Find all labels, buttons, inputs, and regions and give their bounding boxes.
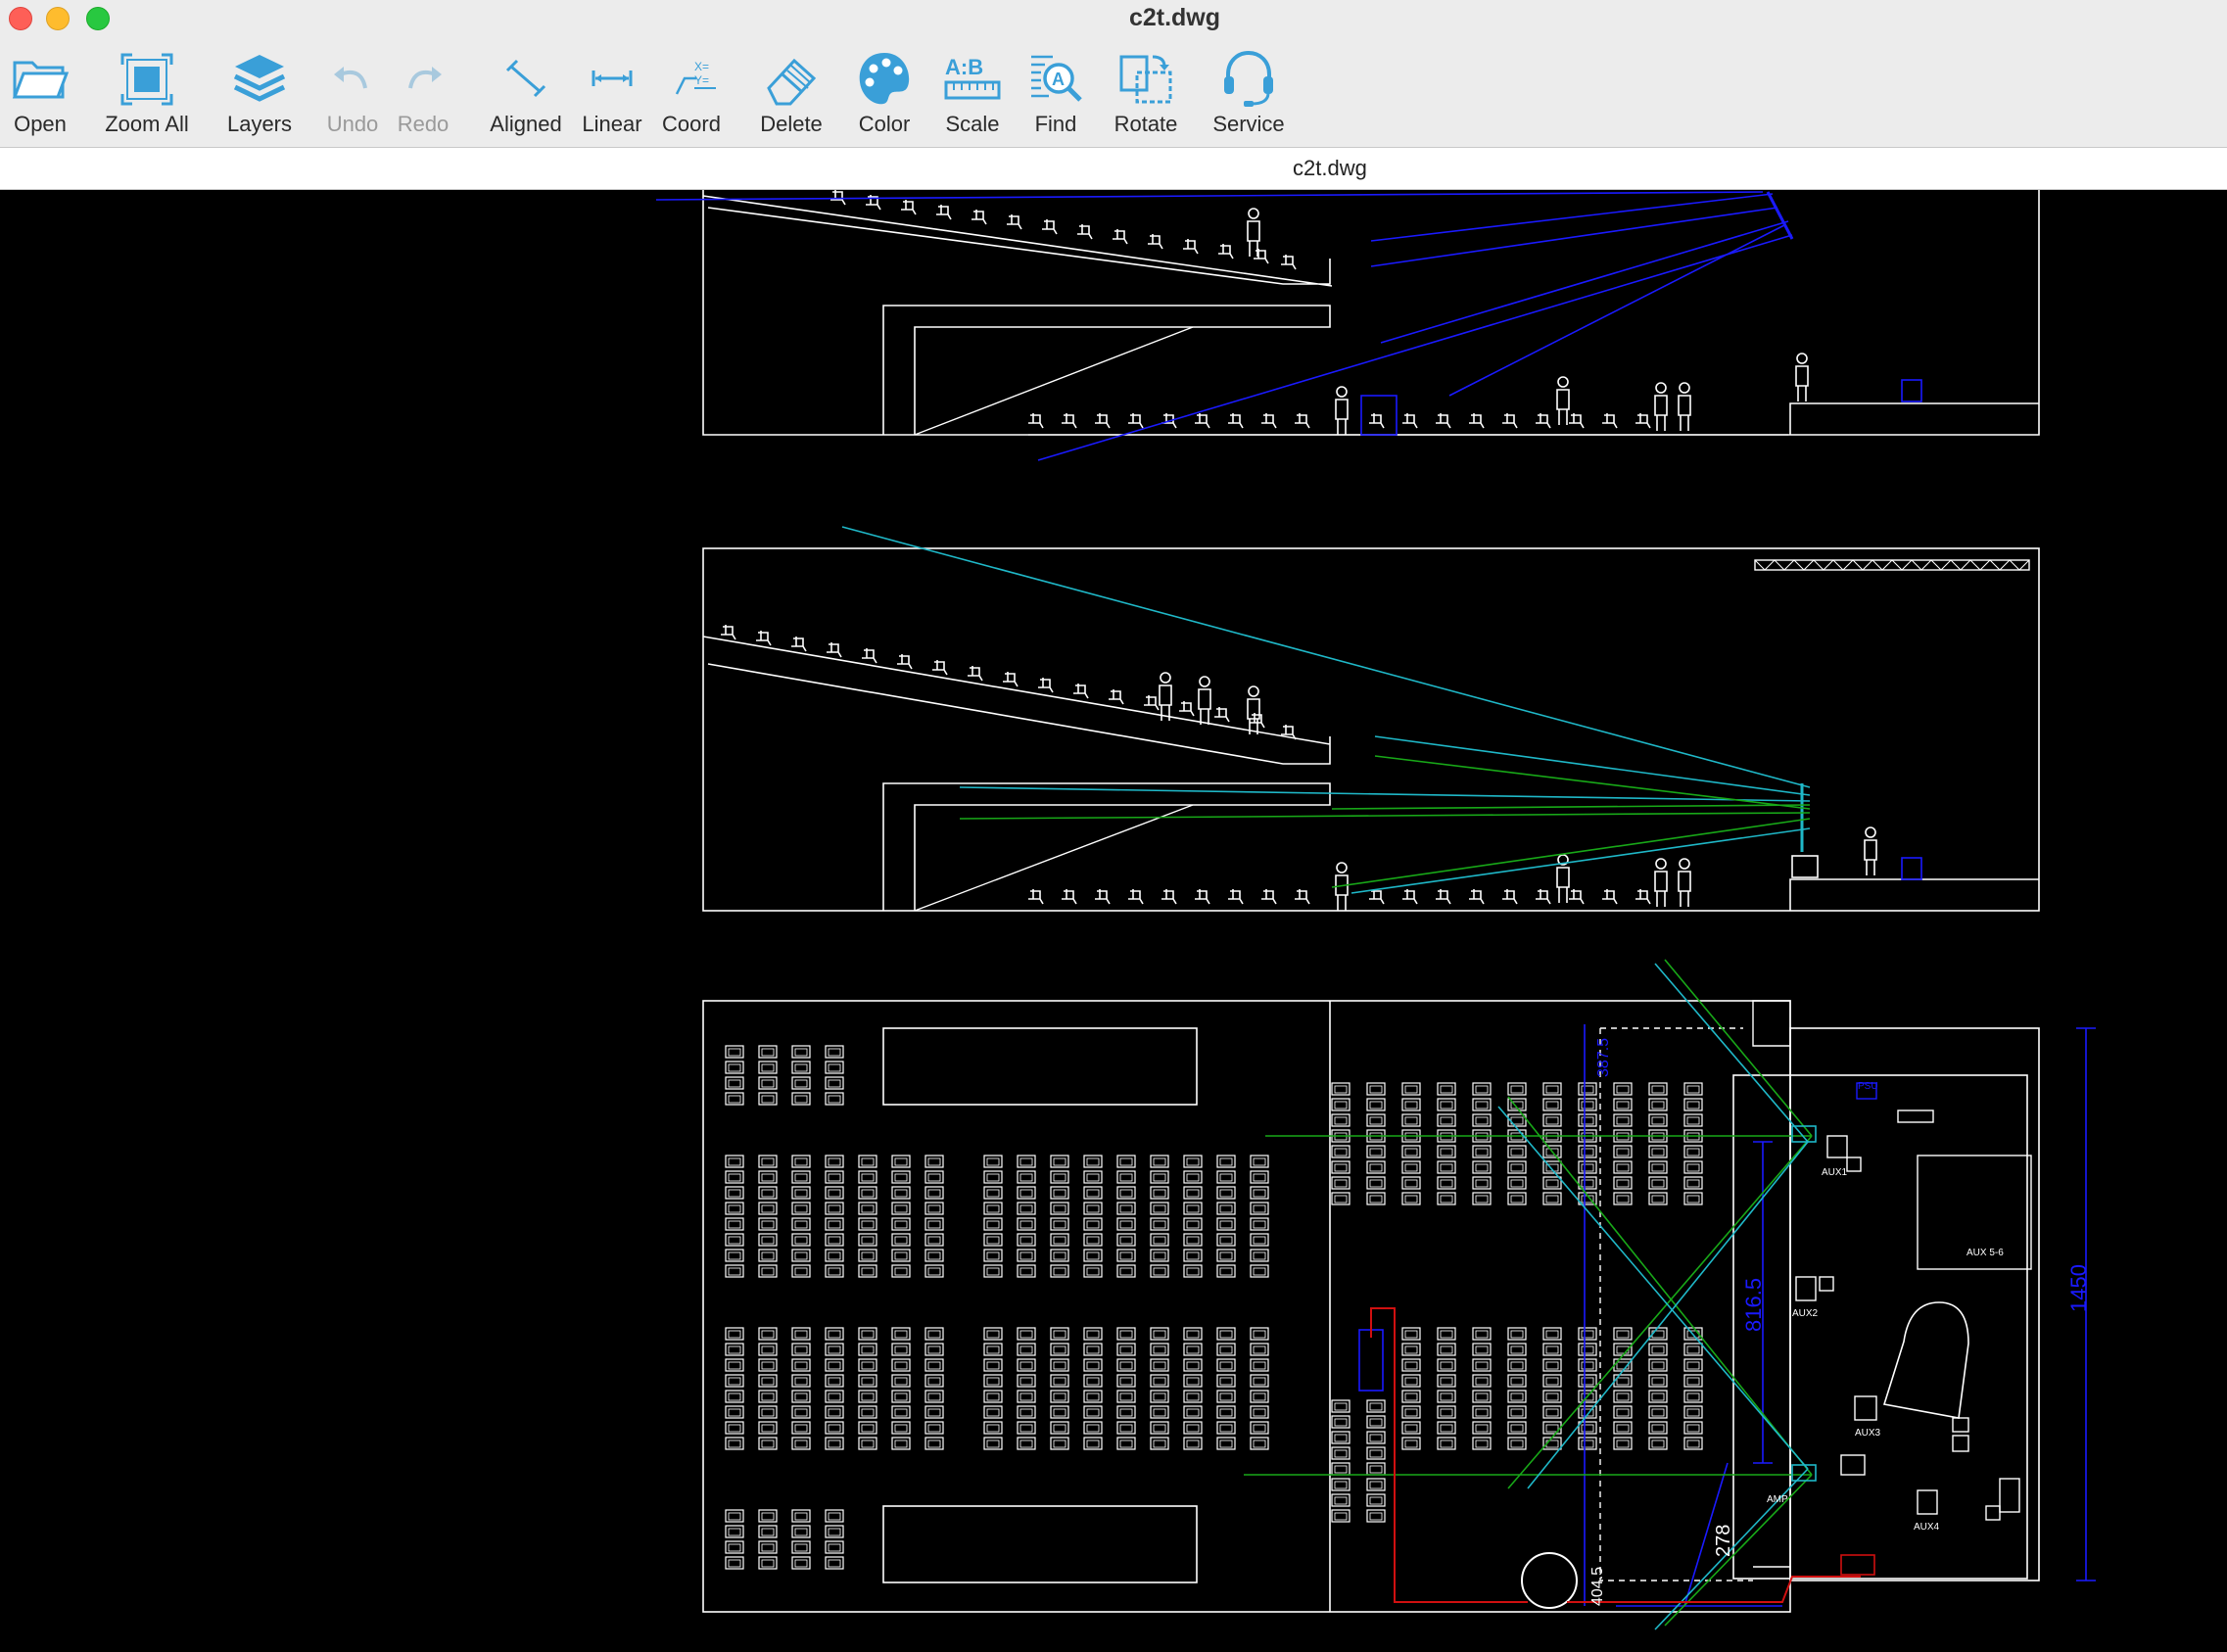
section-view-1 <box>655 189 2040 461</box>
redo-button[interactable]: Redo <box>392 49 454 143</box>
aligned-dimension-button[interactable]: Aligned <box>485 49 567 143</box>
aux4-label: AUX4 <box>1914 1522 1940 1533</box>
amp-label: AMP <box>1767 1494 1788 1505</box>
palette-icon <box>859 53 910 105</box>
coordinate-icon: X= Y= <box>675 60 716 95</box>
color-button[interactable]: Color <box>852 49 917 143</box>
delete-label: Delete <box>760 112 823 136</box>
aligned-dimension-icon <box>505 59 546 98</box>
aux1-label: AUX1 <box>1822 1167 1848 1178</box>
dimension-label-816: 816.5 <box>1741 1278 1766 1332</box>
rotate-button[interactable]: Rotate <box>1112 49 1180 143</box>
undo-icon <box>334 67 367 89</box>
headset-icon <box>1224 50 1273 107</box>
zoom-all-button[interactable]: Zoom All <box>98 49 196 143</box>
linear-label: Linear <box>582 112 642 136</box>
delete-button[interactable]: Delete <box>754 49 829 143</box>
find-label: Find <box>1034 112 1077 136</box>
redo-label: Redo <box>397 112 450 136</box>
dimension-label-278: 278 <box>1713 1525 1734 1557</box>
open-button[interactable]: Open <box>8 49 72 143</box>
undo-button[interactable]: Undo <box>321 49 384 143</box>
folder-icon <box>12 61 70 99</box>
aligned-label: Aligned <box>490 112 562 136</box>
section-view-2 <box>702 526 2040 912</box>
service-button[interactable]: Service <box>1207 49 1291 143</box>
zoom-extents-icon <box>120 53 173 106</box>
aux56-label: AUX 5-6 <box>1966 1248 2004 1258</box>
linear-dimension-button[interactable]: Linear <box>578 49 646 143</box>
svg-text:Y=: Y= <box>694 73 709 87</box>
eraser-icon <box>767 58 817 106</box>
layers-button[interactable]: Layers <box>220 49 299 143</box>
cad-drawing[interactable]: 1450 816.5 278 387.5 404.5 PSU AMP AUX1 … <box>0 189 2227 1647</box>
find-text-icon: A <box>1031 55 1082 102</box>
layers-label: Layers <box>226 112 293 136</box>
coordinate-button[interactable]: X= Y= Coord <box>656 49 727 143</box>
scale-label: Scale <box>945 112 1000 136</box>
svg-text:A: A <box>1052 70 1065 89</box>
rotate-label: Rotate <box>1114 112 1178 136</box>
aux2-label: AUX2 <box>1792 1308 1819 1319</box>
layers-icon <box>233 55 286 102</box>
open-label: Open <box>14 112 67 136</box>
window-title: c2t.dwg <box>1128 4 1221 31</box>
lighting-truss <box>1754 559 2030 571</box>
document-tab-title[interactable]: c2t.dwg <box>1293 156 1367 181</box>
dimension-label-1450: 1450 <box>2066 1264 2091 1312</box>
title-bar: c2t.dwg Open Zoom All Layers Undo Redo A… <box>0 0 2227 147</box>
document-tab-bar: c2t.dwg <box>0 147 2227 190</box>
redo-icon <box>408 67 442 89</box>
aux3-label: AUX3 <box>1855 1428 1881 1439</box>
undo-label: Undo <box>326 112 379 136</box>
coord-label: Coord <box>662 112 721 136</box>
color-label: Color <box>858 112 911 136</box>
floor-plan <box>702 959 2096 1630</box>
service-label: Service <box>1212 112 1285 136</box>
dimension-label-404: 404.5 <box>1589 1567 1606 1606</box>
rotate-icon <box>1119 55 1172 104</box>
find-button[interactable]: A Find <box>1023 49 1088 143</box>
psu-label: PSU <box>1858 1081 1878 1092</box>
linear-dimension-icon <box>592 71 633 86</box>
drawing-canvas[interactable]: 1450 816.5 278 387.5 404.5 PSU AMP AUX1 … <box>0 189 2227 1647</box>
dimension-label-387: 387.5 <box>1595 1038 1612 1077</box>
svg-text:X=: X= <box>694 60 709 73</box>
svg-text:A:B: A:B <box>945 55 983 79</box>
zoom-all-label: Zoom All <box>105 112 189 136</box>
scale-button[interactable]: A:B Scale <box>940 49 1005 143</box>
scale-ruler-icon: A:B <box>944 55 1001 100</box>
